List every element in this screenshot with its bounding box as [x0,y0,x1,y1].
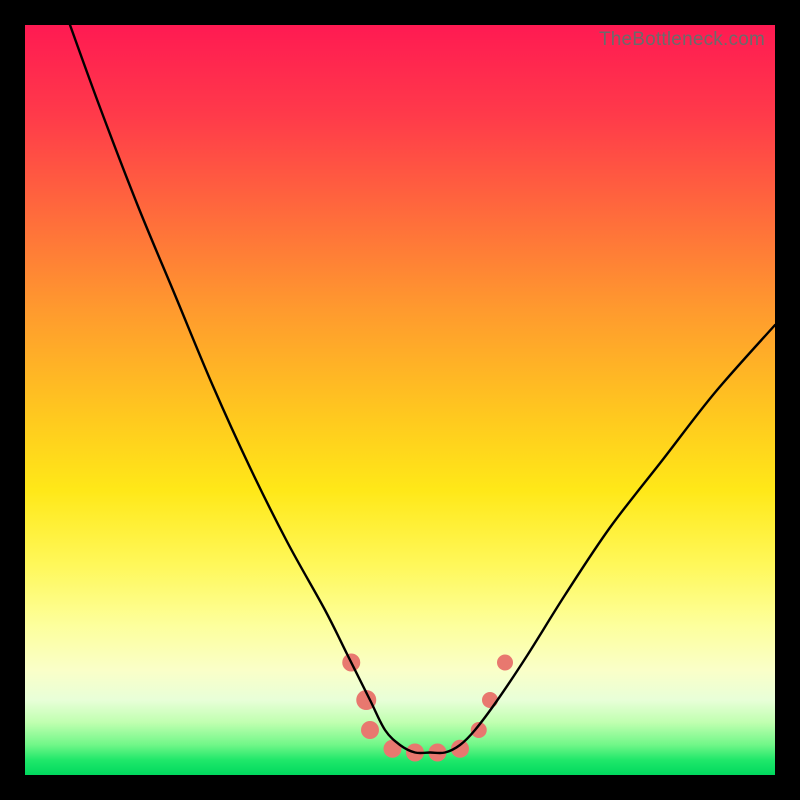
watermark-text: TheBottleneck.com [599,29,765,51]
bottleneck-plot [25,25,775,775]
marker-dot [361,721,379,739]
marker-dot [384,740,402,758]
marker-dot [497,655,513,671]
marker-dot [482,692,498,708]
marker-dots [342,654,513,762]
chart-area: TheBottleneck.com [25,25,775,775]
bottleneck-curve [70,25,775,753]
